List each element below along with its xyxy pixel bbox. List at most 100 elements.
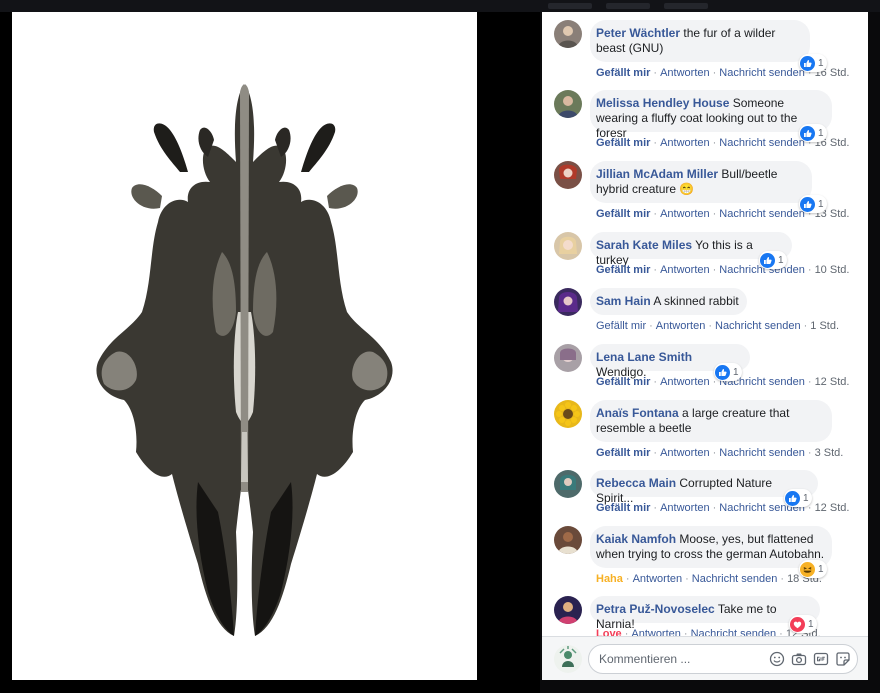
commenter-avatar[interactable] xyxy=(554,344,582,372)
separator: · xyxy=(712,137,717,149)
commenter-avatar[interactable] xyxy=(554,161,582,189)
comment-actions: Gefällt mir · Antworten · Nachricht senden · 1… xyxy=(596,320,839,333)
comment-author-link[interactable]: Petra Puž-Novoselec xyxy=(596,602,715,616)
comment-timestamp[interactable]: 12 Std. xyxy=(815,376,850,388)
reaction-count: 1 xyxy=(818,198,824,210)
comment-input[interactable] xyxy=(599,651,759,667)
commenter-avatar[interactable] xyxy=(554,526,582,554)
like-button[interactable]: Haha xyxy=(596,573,623,585)
comment-author-link[interactable]: Lena Lane Smith xyxy=(596,350,692,364)
reply-button[interactable]: Antworten xyxy=(660,208,710,220)
like-button[interactable]: Gefällt mir xyxy=(596,376,650,388)
like-button[interactable]: Gefällt mir xyxy=(596,320,646,332)
comment-field[interactable] xyxy=(588,644,858,674)
like-reaction-icon xyxy=(800,125,815,141)
comment-item: Petra Puž-Novoselec Take me to Narnia! Lo… xyxy=(542,596,868,636)
send-message-button[interactable]: Nachricht senden xyxy=(719,137,805,149)
reaction-badge[interactable]: 1 xyxy=(799,54,827,72)
separator: · xyxy=(708,320,712,332)
separator: · xyxy=(624,628,629,636)
inkblot-photo[interactable] xyxy=(12,12,477,680)
comment-author-link[interactable]: Peter Wächtler xyxy=(596,26,680,40)
comment-actions: Love·Antworten·Nachricht senden·12 Std. xyxy=(596,628,821,636)
separator: · xyxy=(653,447,658,459)
commenter-avatar[interactable] xyxy=(554,20,582,48)
emoji-icon[interactable] xyxy=(769,651,785,667)
comment-timestamp[interactable]: 3 Std. xyxy=(815,447,844,459)
separator: · xyxy=(779,628,783,636)
comment-timestamp[interactable]: 12 Std. xyxy=(815,502,850,514)
send-message-button[interactable]: Nachricht senden xyxy=(719,208,805,220)
commenter-avatar[interactable] xyxy=(554,596,582,624)
send-message-button[interactable]: Nachricht senden xyxy=(715,320,801,332)
comment-author-link[interactable]: Melissa Hendley House xyxy=(596,96,729,110)
comment-text: A skinned rabbit xyxy=(653,294,739,308)
reply-button[interactable]: Antworten xyxy=(660,264,710,276)
comment-bubble: Rebecca Main Corrupted Nature Spirit... xyxy=(590,470,818,505)
like-button[interactable]: Love xyxy=(596,628,622,636)
commenter-avatar[interactable] xyxy=(554,90,582,118)
separator: · xyxy=(653,264,658,276)
comment-bubble: Anaïs Fontana a large creature that rese… xyxy=(590,400,832,442)
like-button[interactable]: Gefällt mir xyxy=(596,502,650,514)
reply-button[interactable]: Antworten xyxy=(631,628,681,636)
separator: · xyxy=(653,376,658,388)
reaction-badge[interactable]: 1 xyxy=(759,251,787,269)
comment-item: Jillian McAdam Miller Bull/beetle hybrid… xyxy=(542,161,868,222)
separator: · xyxy=(712,208,717,220)
comment-actions: Gefällt mir · Antworten · Nachricht senden · 1… xyxy=(596,502,849,515)
reply-button[interactable]: Antworten xyxy=(656,320,706,332)
send-message-button[interactable]: Nachricht senden xyxy=(691,628,777,636)
haha-reaction-icon xyxy=(800,561,815,577)
reply-button[interactable]: Antworten xyxy=(660,137,710,149)
send-message-button[interactable]: Nachricht senden xyxy=(692,573,778,585)
comment-author-link[interactable]: Sarah Kate Miles xyxy=(596,238,692,252)
like-button[interactable]: Gefällt mir xyxy=(596,208,650,220)
reply-button[interactable]: Antworten xyxy=(660,447,710,459)
comment-author-link[interactable]: Anaïs Fontana xyxy=(596,406,679,420)
commenter-avatar[interactable] xyxy=(554,470,582,498)
comment-item: Rebecca Main Corrupted Nature Spirit... G… xyxy=(542,470,868,516)
sticker-icon[interactable] xyxy=(835,651,851,667)
comment-timestamp[interactable]: 10 Std. xyxy=(815,264,850,276)
send-message-button[interactable]: Nachricht senden xyxy=(719,447,805,459)
comment-author-link[interactable]: Rebecca Main xyxy=(596,476,676,490)
commenter-avatar[interactable] xyxy=(554,232,582,260)
comment-author-link[interactable]: Sam Hain xyxy=(596,294,651,308)
reaction-badge[interactable]: 1 xyxy=(799,560,827,578)
reply-button[interactable]: Antworten xyxy=(660,376,710,388)
separator: · xyxy=(780,573,785,585)
reply-button[interactable]: Antworten xyxy=(633,573,683,585)
reaction-badge[interactable]: 1 xyxy=(799,195,827,213)
top-bar xyxy=(0,0,880,12)
comments-list[interactable]: Peter Wächtler the fur of a wilder beast… xyxy=(542,12,868,636)
like-reaction-icon xyxy=(785,490,800,506)
reaction-badge[interactable]: 1 xyxy=(714,363,742,381)
separator: · xyxy=(649,320,653,332)
gif-icon[interactable] xyxy=(813,651,829,667)
comments-panel: Peter Wächtler the fur of a wilder beast… xyxy=(542,12,868,680)
separator: · xyxy=(625,573,630,585)
comment-timestamp[interactable]: 1 Std. xyxy=(810,320,839,332)
like-button[interactable]: Gefällt mir xyxy=(596,137,650,149)
comment-item: Kaiak Namfoh Moose, yes, but flattened w… xyxy=(542,526,868,587)
commenter-avatar[interactable] xyxy=(554,400,582,428)
comment-author-link[interactable]: Jillian McAdam Miller xyxy=(596,167,718,181)
like-button[interactable]: Gefällt mir xyxy=(596,67,650,79)
commenter-avatar[interactable] xyxy=(554,288,582,316)
separator: · xyxy=(685,573,689,585)
reaction-count: 1 xyxy=(818,127,824,139)
comment-bubble: Kaiak Namfoh Moose, yes, but flattened w… xyxy=(590,526,832,568)
reply-button[interactable]: Antworten xyxy=(660,67,710,79)
comment-author-link[interactable]: Kaiak Namfoh xyxy=(596,532,676,546)
composer-tools xyxy=(769,651,851,667)
reaction-badge[interactable]: 1 xyxy=(799,124,827,142)
like-button[interactable]: Gefällt mir xyxy=(596,264,650,276)
reply-button[interactable]: Antworten xyxy=(660,502,710,514)
reaction-badge[interactable]: 1 xyxy=(784,489,812,507)
reaction-badge[interactable]: 1 xyxy=(789,615,817,633)
like-button[interactable]: Gefällt mir xyxy=(596,447,650,459)
send-message-button[interactable]: Nachricht senden xyxy=(719,67,805,79)
camera-icon[interactable] xyxy=(791,651,807,667)
comment-item: Sarah Kate Miles Yo this is a turkey Gefä… xyxy=(542,232,868,278)
